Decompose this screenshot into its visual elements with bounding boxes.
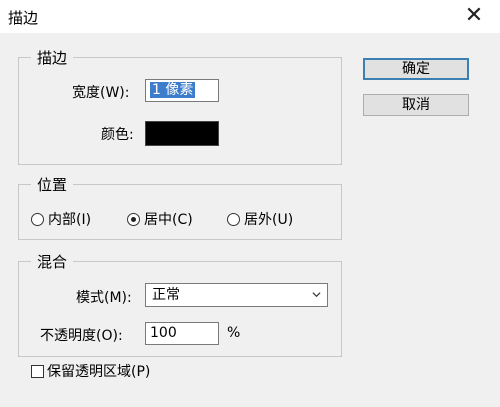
radio-outside-indicator [227, 212, 240, 226]
preserve-transparency-label: 保留透明区域(P) [47, 364, 151, 380]
chevron-down-icon [312, 292, 321, 298]
position-group-label: 位置 [31, 174, 74, 195]
opacity-unit: % [227, 325, 241, 341]
radio-outside-label: 居外(U) [244, 212, 294, 228]
radio-inside[interactable]: 内部(I) [31, 209, 91, 229]
mode-select[interactable]: 正常 [145, 283, 328, 307]
width-input[interactable]: 1 像素 [145, 79, 219, 102]
color-swatch[interactable] [145, 121, 219, 146]
radio-inside-label: 内部(I) [48, 212, 92, 228]
preserve-transparency-checkbox[interactable]: 保留透明区域(P) [31, 361, 150, 381]
radio-center-indicator [127, 212, 140, 226]
width-label: 宽度(W): [72, 85, 130, 101]
stroke-dialog: 描边 ✕ 描边 宽度(W): 1 像素 颜色: 位置 内部(I) 居中(C) 居… [0, 0, 500, 407]
preserve-transparency-box [31, 364, 44, 378]
dialog-title: 描边 [8, 9, 39, 27]
cancel-button[interactable]: 取消 [363, 94, 469, 116]
color-label: 颜色: [101, 127, 134, 143]
title-bar: 描边 ✕ [0, 0, 500, 33]
stroke-group-label: 描边 [31, 47, 74, 68]
radio-inside-indicator [31, 212, 44, 226]
opacity-input[interactable]: 100 [145, 322, 219, 345]
stroke-group: 描边 [18, 47, 342, 165]
radio-center[interactable]: 居中(C) [127, 209, 193, 229]
opacity-label: 不透明度(O): [40, 328, 123, 344]
mode-label: 模式(M): [76, 290, 132, 306]
ok-button[interactable]: 确定 [363, 58, 469, 80]
width-value: 1 像素 [150, 82, 196, 98]
close-icon[interactable]: ✕ [462, 5, 486, 29]
mode-value: 正常 [152, 287, 180, 303]
blend-group-label: 混合 [31, 251, 74, 272]
radio-center-label: 居中(C) [144, 212, 193, 228]
opacity-value: 100 [150, 325, 177, 341]
radio-outside[interactable]: 居外(U) [227, 209, 293, 229]
